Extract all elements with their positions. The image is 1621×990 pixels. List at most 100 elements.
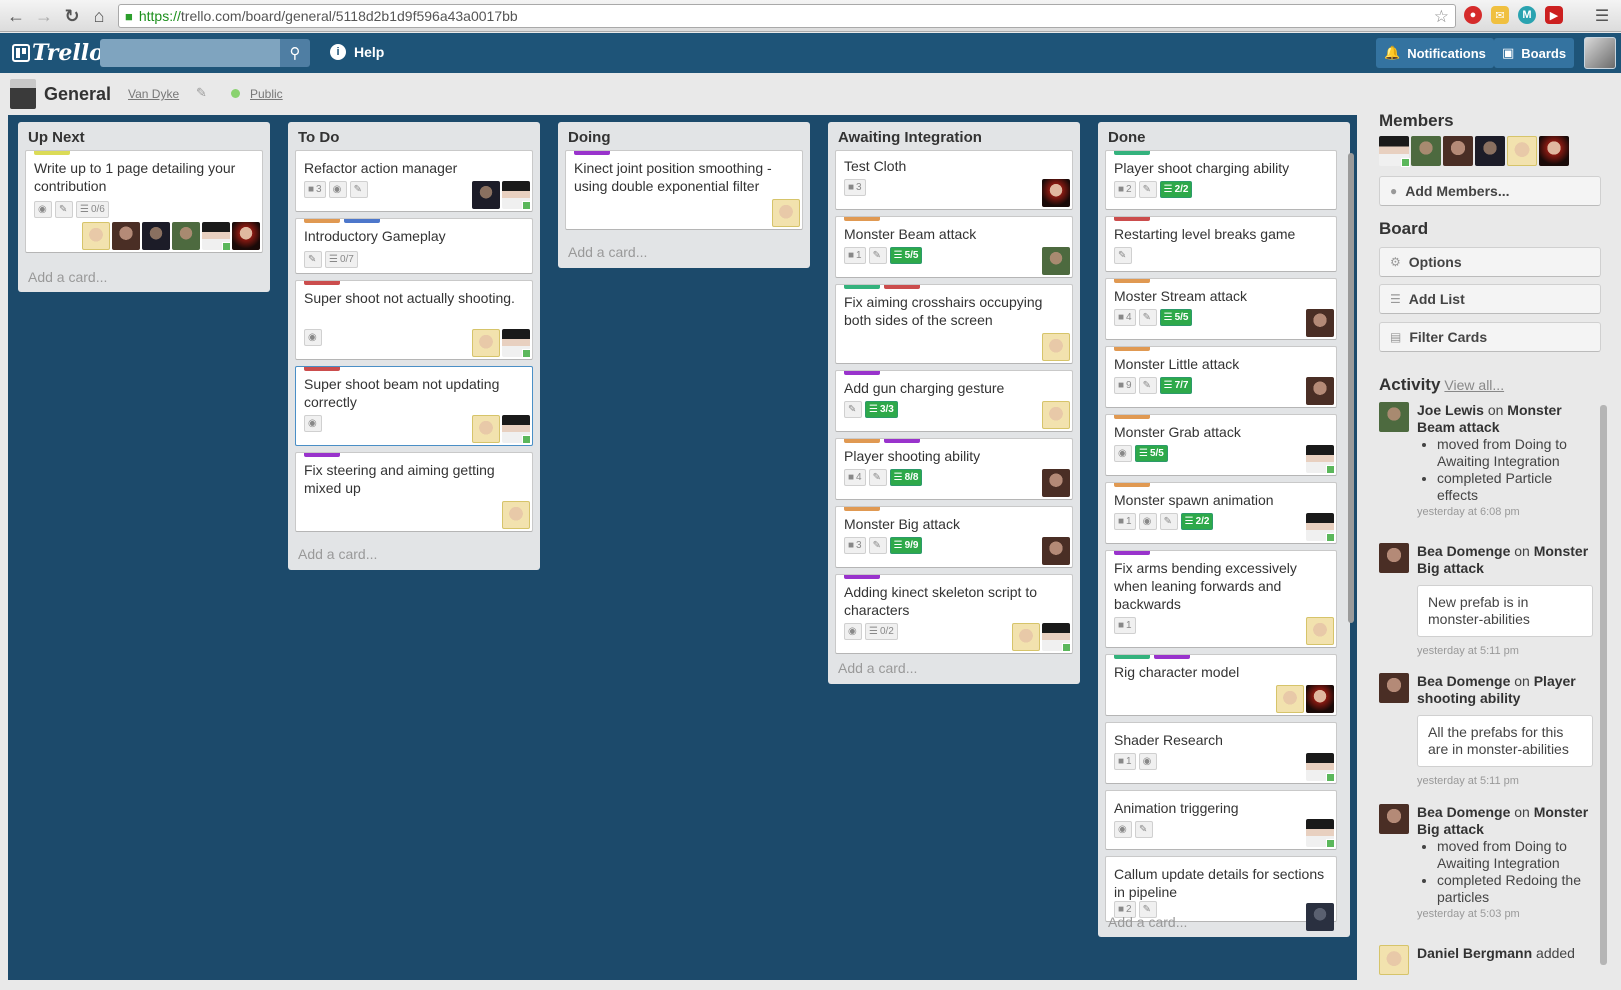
avatar[interactable] (1306, 903, 1334, 931)
avatar[interactable] (1306, 513, 1335, 542)
list-title[interactable]: To Do (294, 122, 534, 150)
sidebar-scrollbar[interactable] (1600, 405, 1607, 965)
add-members-button[interactable]: ● Add Members... (1379, 176, 1601, 206)
add-card-link[interactable]: Add a card... (568, 244, 647, 260)
avatar[interactable] (502, 329, 531, 358)
avatar[interactable] (1012, 623, 1040, 651)
card[interactable]: Restarting level breaks game ✎ (1105, 216, 1337, 272)
organization-link[interactable]: Van Dyke (128, 87, 179, 101)
avatar[interactable] (1306, 753, 1335, 782)
bookmark-star-icon[interactable]: ☆ (1434, 7, 1449, 27)
card[interactable]: Monster Beam attack ■ 1 ✎ ☰ 5/5 (835, 216, 1073, 278)
card[interactable]: Shader Research ■ 1 ◉ (1105, 722, 1337, 784)
card[interactable]: Rig character model (1105, 654, 1337, 716)
avatar[interactable] (502, 181, 531, 210)
avatar[interactable] (1443, 136, 1473, 166)
add-list-button[interactable]: ☰ Add List (1379, 284, 1601, 314)
avatar[interactable] (232, 222, 260, 250)
avatar[interactable] (472, 415, 500, 443)
card[interactable]: Fix arms bending excessively when leanin… (1105, 550, 1337, 648)
avatar[interactable] (1507, 136, 1537, 166)
avatar[interactable] (1306, 819, 1335, 848)
avatar[interactable] (472, 181, 500, 209)
list-title[interactable]: Up Next (24, 122, 264, 150)
avatar[interactable] (1379, 543, 1409, 573)
avatar[interactable] (1411, 136, 1441, 166)
card[interactable]: Fix aiming crosshairs occupying both sid… (835, 284, 1073, 364)
avatar[interactable] (1042, 469, 1070, 497)
add-card-link[interactable]: Add a card... (28, 269, 107, 285)
card[interactable]: Kinect joint position smoothing - using … (565, 150, 803, 230)
extension-youtube-icon[interactable]: ▶ (1545, 6, 1563, 24)
avatar[interactable] (502, 501, 530, 529)
menu-icon[interactable]: ☰ (1590, 4, 1614, 28)
avatar[interactable] (1042, 623, 1071, 652)
card[interactable]: Refactor action manager ■ 3 ◉ ✎ (295, 150, 533, 212)
help-link[interactable]: i Help (330, 44, 384, 60)
card[interactable]: Player shoot charging ability ■ 2 ✎ ☰ 2/2 (1105, 150, 1337, 210)
notifications-button[interactable]: 🔔 Notifications (1376, 38, 1494, 68)
activity-user[interactable]: Daniel Bergmann (1417, 945, 1532, 961)
avatar[interactable] (1306, 617, 1334, 645)
card[interactable]: Super shoot not actually shooting. ◉ (295, 280, 533, 360)
card[interactable]: Player shooting ability ■ 4 ✎ ☰ 8/8 (835, 438, 1073, 500)
back-icon[interactable]: ← (4, 4, 28, 28)
avatar[interactable] (1379, 402, 1409, 432)
card[interactable]: Monster Grab attack ◉ ☰ 5/5 (1105, 414, 1337, 476)
add-card-link[interactable]: Add a card... (298, 546, 377, 562)
list-title[interactable]: Done (1104, 122, 1344, 150)
avatar[interactable] (1379, 945, 1409, 975)
avatar[interactable] (1042, 179, 1070, 207)
card[interactable]: Fix steering and aiming getting mixed up (295, 452, 533, 532)
avatar[interactable] (1042, 247, 1070, 275)
avatar[interactable] (1042, 401, 1070, 429)
add-card-link[interactable]: Add a card... (1108, 914, 1187, 930)
card[interactable]: Write up to 1 page detailing your contri… (25, 150, 263, 253)
search-icon[interactable]: ⚲ (280, 39, 310, 67)
card[interactable]: Super shoot beam not updating correctly … (295, 366, 533, 446)
activity-user[interactable]: Joe Lewis (1417, 402, 1484, 418)
home-icon[interactable]: ⌂ (87, 4, 111, 28)
filter-cards-button[interactable]: ▤ Filter Cards (1379, 322, 1601, 352)
card[interactable]: Monster Big attack ■ 3 ✎ ☰ 9/9 (835, 506, 1073, 568)
avatar[interactable] (1379, 136, 1410, 167)
avatar[interactable] (172, 222, 200, 250)
avatar[interactable] (142, 222, 170, 250)
add-card-link[interactable]: Add a card... (838, 660, 917, 676)
avatar[interactable] (1539, 136, 1569, 166)
boards-button[interactable]: ▣ Boards (1494, 38, 1575, 68)
avatar[interactable] (1306, 445, 1335, 474)
card[interactable]: Moster Stream attack ■ 4 ✎ ☰ 5/5 (1105, 278, 1337, 340)
forward-icon[interactable]: → (32, 4, 56, 28)
avatar[interactable] (1042, 333, 1070, 361)
avatar[interactable] (202, 222, 231, 251)
avatar[interactable] (1042, 537, 1070, 565)
avatar[interactable] (1379, 804, 1409, 834)
extension-mail-icon[interactable]: ✉ (1491, 6, 1509, 24)
list-title[interactable]: Awaiting Integration (834, 122, 1074, 150)
activity-user[interactable]: Bea Domenge (1417, 673, 1510, 689)
avatar[interactable] (502, 415, 531, 444)
activity-user[interactable]: Bea Domenge (1417, 543, 1510, 559)
avatar[interactable] (82, 222, 110, 250)
avatar[interactable] (112, 222, 140, 250)
visibility-link[interactable]: Public (250, 87, 283, 101)
view-all-link[interactable]: View all... (1444, 377, 1504, 393)
reload-icon[interactable]: ↻ (60, 4, 84, 28)
card[interactable]: Adding kinect skeleton script to charact… (835, 574, 1073, 654)
card[interactable]: Monster spawn animation ■ 1 ◉ ✎ ☰ 2/2 (1105, 482, 1337, 544)
address-bar[interactable]: ■ https://trello.com/board/general/5118d… (118, 4, 1456, 28)
avatar[interactable] (1276, 685, 1304, 713)
avatar[interactable] (472, 329, 500, 357)
avatar[interactable] (772, 199, 800, 227)
trello-logo[interactable]: Trello (12, 40, 104, 66)
card[interactable]: Introductory Gameplay ✎ ☰ 0/7 (295, 218, 533, 274)
edit-icon[interactable]: ✎ (196, 85, 207, 101)
avatar[interactable] (1379, 673, 1409, 703)
card[interactable]: Callum update details for sections in pi… (1105, 856, 1337, 931)
card[interactable]: Test Cloth ■ 3 (835, 150, 1073, 210)
card[interactable]: Animation triggering ◉ ✎ (1105, 790, 1337, 850)
avatar[interactable] (1306, 377, 1334, 405)
search-input[interactable] (100, 39, 280, 67)
avatar[interactable] (1584, 37, 1616, 69)
